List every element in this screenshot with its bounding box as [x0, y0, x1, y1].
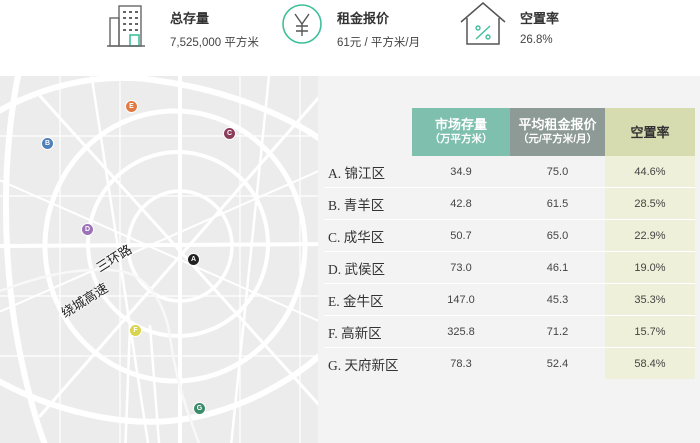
- kpi-value: 61元 / 平方米/月: [337, 37, 421, 49]
- cell-stock: 34.9: [450, 165, 472, 178]
- cell-stock: 50.7: [412, 219, 510, 252]
- cell-vacancy: 22.9%: [605, 219, 695, 252]
- kpi-value: 26.8%: [520, 34, 553, 46]
- kpi-value: 7,525,000 平方米: [170, 37, 259, 49]
- cell-district: A. 锦江区: [328, 165, 385, 181]
- yen-icon: [280, 2, 324, 51]
- marker-b[interactable]: B: [41, 137, 54, 150]
- cell-district: G. 天府新区: [324, 347, 412, 379]
- kpi-vacancy: 空置率 26.8%: [455, 0, 575, 76]
- cell-district: C. 成华区: [324, 219, 412, 252]
- marker-f[interactable]: F: [129, 324, 142, 337]
- cell-rent: 45.3: [510, 283, 605, 316]
- kpi-total-stock: 总存量 7,525,000 平方米: [100, 0, 280, 76]
- table-header-row: 市场存量 （万平方米） 平均租金报价 （元/平方米/月） 空置率: [324, 108, 695, 156]
- cell-rent: 65.0: [510, 219, 605, 252]
- table-row: E. 金牛区 147.0 45.3 35.3%: [324, 283, 695, 316]
- cell-district: D. 武侯区: [324, 251, 412, 284]
- table-row: A. 锦江区 34.9 75.0 44.6%: [324, 156, 695, 188]
- marker-d[interactable]: D: [81, 223, 94, 236]
- district-table-panel: 市场存量 （万平方米） 平均租金报价 （元/平方米/月） 空置率 A. 锦江区 …: [318, 76, 700, 443]
- cell-vacancy: 28.5%: [605, 187, 695, 220]
- cell-vacancy: 19.0%: [605, 251, 695, 284]
- cell-rent: 52.4: [510, 347, 605, 379]
- cell-stock: 73.0: [412, 251, 510, 284]
- cell-stock: 42.8: [412, 187, 510, 220]
- cell-district: F. 高新区: [324, 315, 412, 348]
- cell-district: B. 青羊区: [324, 187, 412, 220]
- table-row: C. 成华区 50.7 65.0 22.9%: [324, 219, 695, 252]
- marker-e[interactable]: E: [125, 100, 138, 113]
- cell-stock: 325.8: [412, 315, 510, 348]
- header-stock-unit: （万平方米）: [429, 133, 493, 145]
- kpi-summary-bar: 总存量 7,525,000 平方米 租金报价 61元 / 平方米/月 空置率 2…: [0, 0, 700, 76]
- table-row: G. 天府新区 78.3 52.4 58.4%: [324, 347, 695, 379]
- header-rent-label: 平均租金报价: [518, 117, 597, 132]
- cell-vacancy: 58.4%: [605, 347, 695, 379]
- map-roads: [0, 76, 318, 443]
- header-district: [324, 108, 412, 156]
- cell-vacancy: 15.7%: [605, 315, 695, 348]
- header-avg-rent: 平均租金报价 （元/平方米/月）: [510, 108, 605, 156]
- table-row: B. 青羊区 42.8 61.5 28.5%: [324, 187, 695, 220]
- kpi-label: 空置率: [520, 11, 560, 26]
- cell-rent: 46.1: [510, 251, 605, 284]
- district-table: 市场存量 （万平方米） 平均租金报价 （元/平方米/月） 空置率 A. 锦江区 …: [324, 108, 695, 379]
- header-market-stock: 市场存量 （万平方米）: [412, 108, 510, 156]
- header-vacancy-label: 空置率: [630, 124, 670, 140]
- kpi-label: 总存量: [170, 11, 210, 26]
- cell-stock: 147.0: [412, 283, 510, 316]
- cell-district: E. 金牛区: [324, 283, 412, 316]
- cell-vacancy: 44.6%: [605, 156, 695, 188]
- building-icon: [105, 4, 155, 55]
- header-stock-label: 市场存量: [434, 117, 487, 132]
- cell-rent: 75.0: [546, 165, 569, 178]
- marker-c[interactable]: C: [223, 127, 236, 140]
- cell-rent: 71.2: [510, 315, 605, 348]
- cell-stock: 78.3: [412, 347, 510, 379]
- header-vacancy: 空置率: [605, 108, 695, 156]
- district-map[interactable]: 三环路 绕城高速 A B C D E F G: [0, 76, 318, 443]
- header-rent-unit: （元/平方米/月）: [517, 133, 598, 145]
- cell-vacancy: 35.3%: [605, 283, 695, 316]
- cell-rent: 61.5: [510, 187, 605, 220]
- marker-a[interactable]: A: [187, 253, 200, 266]
- marker-g[interactable]: G: [193, 402, 206, 415]
- table-row: F. 高新区 325.8 71.2 15.7%: [324, 315, 695, 348]
- kpi-label: 租金报价: [337, 11, 390, 26]
- table-row: D. 武侯区 73.0 46.1 19.0%: [324, 251, 695, 284]
- house-percent-icon: [457, 0, 509, 53]
- content-panel: 三环路 绕城高速 A B C D E F G 市场存量 （万平方米） 平均租金报…: [0, 76, 700, 443]
- kpi-rent: 租金报价 61元 / 平方米/月: [280, 0, 450, 76]
